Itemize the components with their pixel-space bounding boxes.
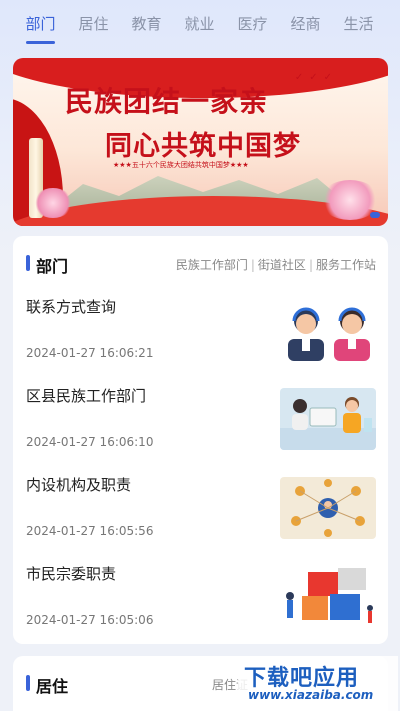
customer-service-image (280, 299, 376, 361)
birds-icon: ✓✓✓ (294, 72, 338, 83)
banner-carousel[interactable]: ✓✓✓ 民族团结一家亲 同心共筑中国梦 ★★★五十六个民族大团结共筑中国梦★★★ (13, 58, 388, 226)
section-title: 部门 (36, 257, 69, 276)
tab-residence[interactable]: 居住 (67, 0, 120, 50)
link-ethnic-work-department[interactable]: 民族工作部门 (176, 256, 248, 273)
banner-subtitle: 同心共筑中国梦 (105, 131, 301, 162)
banner-title: 民族团结一家亲 (65, 85, 269, 118)
section-marker (26, 255, 30, 271)
separator: | (250, 257, 255, 272)
tab-employment[interactable]: 就业 (173, 0, 226, 50)
responsibility-blocks-image (280, 566, 376, 628)
tab-business[interactable]: 经商 (279, 0, 332, 50)
watermark: 下载吧应用 www.xiazaiba.com (238, 656, 398, 711)
item-title: 区县民族工作部门 (26, 387, 147, 405)
carousel-indicator[interactable] (370, 212, 380, 218)
tab-life[interactable]: 生活 (332, 0, 385, 50)
tab-education[interactable]: 教育 (120, 0, 173, 50)
item-title: 市民宗委职责 (26, 565, 117, 583)
section-title: 居住 (36, 677, 69, 696)
tab-medical[interactable]: 医疗 (226, 0, 279, 50)
banner-slogan: ★★★五十六个民族大团结共筑中国梦★★★ (113, 161, 249, 169)
flower-decoration (33, 188, 73, 218)
card-header: 部门 民族工作部门 | 街道社区 | 服务工作站 (13, 236, 388, 290)
link-street-community[interactable]: 街道社区 (258, 256, 306, 273)
item-time: 2024-01-27 16:05:56 (26, 524, 154, 538)
watermark-url: www.xiazaiba.com (248, 688, 374, 702)
department-card: 部门 民族工作部门 | 街道社区 | 服务工作站 联系方式查询 2024-01-… (13, 236, 388, 644)
item-title: 内设机构及职责 (26, 476, 132, 494)
category-tabs: 部门 居住 教育 就业 医疗 经商 生活 (0, 0, 400, 50)
item-time: 2024-01-27 16:06:21 (26, 346, 154, 360)
organization-network-image (280, 477, 376, 539)
link-service-station[interactable]: 服务工作站 (316, 256, 376, 273)
office-workers-image (280, 388, 376, 450)
list-item[interactable]: 内设机构及职责 2024-01-27 16:05:56 (13, 474, 388, 563)
list-item[interactable]: 区县民族工作部门 2024-01-27 16:06:10 (13, 385, 388, 474)
section-links: 民族工作部门 | 街道社区 | 服务工作站 (176, 256, 376, 273)
section-marker (26, 675, 30, 691)
list-item[interactable]: 联系方式查询 2024-01-27 16:06:21 (13, 296, 388, 385)
separator: | (308, 257, 313, 272)
item-time: 2024-01-27 16:06:10 (26, 435, 154, 449)
list-item[interactable]: 市民宗委职责 2024-01-27 16:05:06 (13, 563, 388, 652)
item-title: 联系方式查询 (26, 298, 117, 316)
item-time: 2024-01-27 16:05:06 (26, 613, 154, 627)
tab-department[interactable]: 部门 (14, 0, 67, 50)
